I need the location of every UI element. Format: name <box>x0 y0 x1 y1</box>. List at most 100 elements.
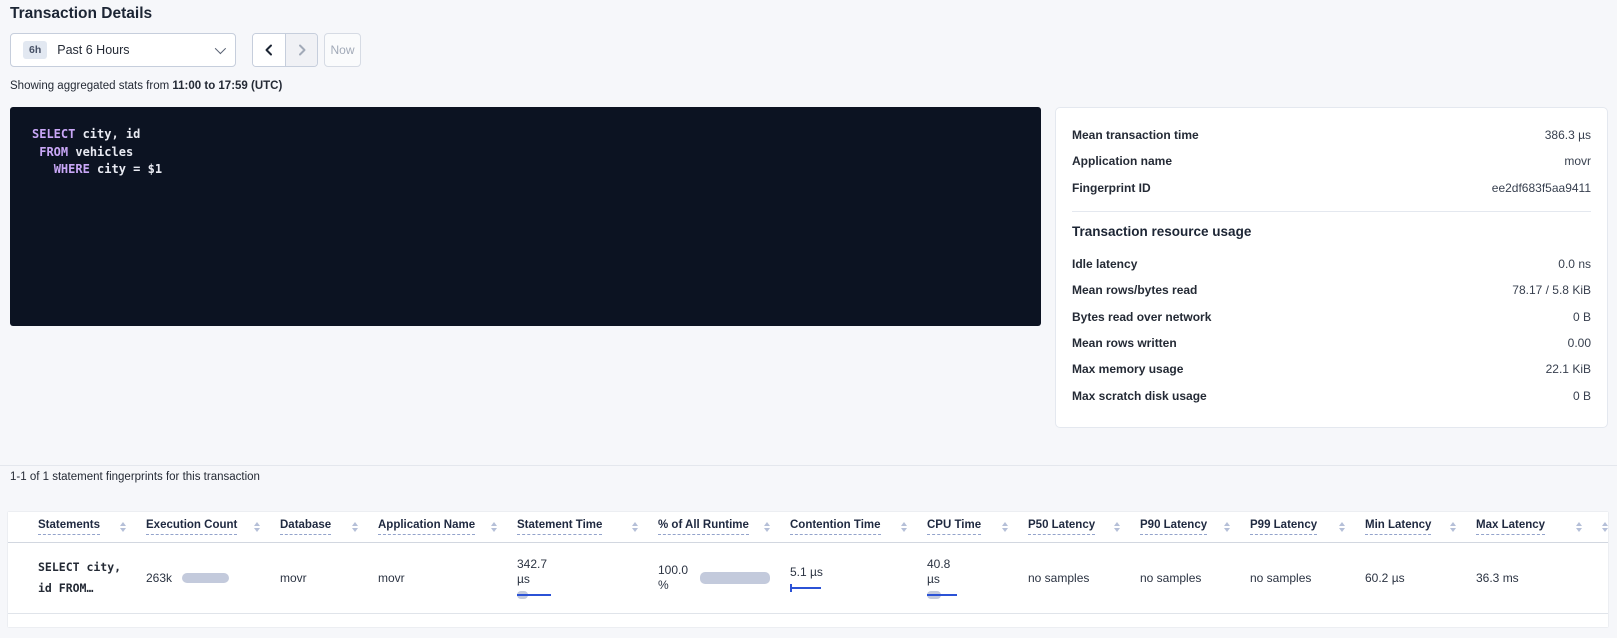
summary-label: Idle latency <box>1072 257 1137 271</box>
column-header-database[interactable]: Database <box>274 519 372 535</box>
column-header-p90-latency[interactable]: P90 Latency <box>1134 519 1244 535</box>
chevron-down-icon <box>215 43 226 54</box>
page-title: Transaction Details <box>10 5 152 23</box>
statement-time-value: 342.7 <box>517 557 547 572</box>
summary-label: Max memory usage <box>1072 362 1183 376</box>
max-latency-cell: 36.3 ms <box>1470 571 1596 585</box>
application-name-cell: movr <box>372 571 511 585</box>
summary-value: ee2df683f5aa9411 <box>1492 181 1591 195</box>
database-cell: movr <box>274 571 372 585</box>
pct-runtime-bar <box>700 572 770 584</box>
contention-time-cell: 5.1 µs <box>784 565 921 592</box>
max-latency-value: 36.3 ms <box>1476 571 1519 585</box>
time-toolbar: 6h Past 6 Hours Now <box>10 33 361 67</box>
aggregation-caption-prefix: Showing aggregated stats from <box>10 80 169 92</box>
summary-row-mean-transaction-time: Mean transaction time 386.3 µs <box>1072 122 1591 148</box>
column-header-statement-time[interactable]: Statement Time <box>511 519 652 535</box>
resource-row-max-memory-usage: Max memory usage 22.1 KiB <box>1072 356 1591 382</box>
execution-count-value: 263k <box>146 571 172 585</box>
statement-row: SELECT city,id FROM… 263k movr movr 342.… <box>8 543 1608 614</box>
p90-latency-cell: no samples <box>1134 571 1244 585</box>
column-header-p99-latency[interactable]: P99 Latency <box>1244 519 1359 535</box>
execution-count-bar <box>182 573 229 583</box>
sort-arrows-icon[interactable] <box>1224 522 1230 532</box>
sql-text: city, id <box>75 127 140 141</box>
statement-cell[interactable]: SELECT city,id FROM… <box>8 557 140 599</box>
resource-row-bytes-read-over-network: Bytes read over network 0 B <box>1072 303 1591 329</box>
summary-value: 78.17 / 5.8 KiB <box>1512 283 1591 297</box>
section-divider <box>0 465 1617 466</box>
prev-time-button[interactable] <box>253 34 285 66</box>
p99-latency-value: no samples <box>1250 571 1311 585</box>
column-header-application-name[interactable]: Application Name <box>372 519 511 535</box>
summary-label: Mean rows/bytes read <box>1072 283 1197 297</box>
time-range-label: Past 6 Hours <box>57 43 129 57</box>
column-header-pct-of-all-runtime[interactable]: % of All Runtime <box>652 519 784 535</box>
resource-row-idle-latency: Idle latency 0.0 ns <box>1072 251 1591 277</box>
sort-arrows-icon[interactable] <box>491 522 497 532</box>
summary-label: Mean rows written <box>1072 336 1177 350</box>
cpu-time-unit: µs <box>927 572 940 587</box>
sort-arrows-icon <box>1602 522 1608 532</box>
summary-row-application-name: Application name movr <box>1072 148 1591 174</box>
chevron-right-icon <box>297 44 307 56</box>
sort-arrows-icon[interactable] <box>1450 522 1456 532</box>
sql-line: SELECT city, id <box>32 126 1019 144</box>
min-latency-value: 60.2 µs <box>1365 571 1405 585</box>
sql-text: vehicles <box>68 145 133 159</box>
aggregation-caption-range: 11:00 to 17:59 (UTC) <box>172 80 282 92</box>
time-range-badge: 6h <box>23 41 47 59</box>
summary-value: 0 B <box>1573 310 1591 324</box>
sort-arrows-icon[interactable] <box>764 522 770 532</box>
statement-fingerprint-link[interactable]: SELECT city,id FROM… <box>38 557 121 599</box>
sort-arrows-icon[interactable] <box>1114 522 1120 532</box>
p99-latency-cell: no samples <box>1244 571 1359 585</box>
sort-arrows-icon[interactable] <box>901 522 907 532</box>
time-range-dropdown[interactable]: 6h Past 6 Hours <box>10 33 236 67</box>
contention-time-bar <box>790 584 824 592</box>
pct-runtime-cell: 100.0 % <box>652 563 784 593</box>
sort-arrows-icon[interactable] <box>120 522 126 532</box>
statement-time-cell: 342.7 µs <box>511 557 652 599</box>
chevron-left-icon <box>264 44 274 56</box>
column-header-p50-latency[interactable]: P50 Latency <box>1022 519 1134 535</box>
column-header-overflow <box>1596 522 1608 532</box>
transaction-sql-box: SELECT city, id FROM vehicles WHERE city… <box>10 107 1041 326</box>
next-time-button[interactable] <box>285 34 317 66</box>
summary-label: Fingerprint ID <box>1072 181 1151 195</box>
cpu-time-bar <box>927 591 961 599</box>
now-button[interactable]: Now <box>324 33 361 67</box>
column-header-max-latency[interactable]: Max Latency <box>1470 519 1596 535</box>
contention-time-value: 5.1 µs <box>790 565 823 580</box>
summary-label: Mean transaction time <box>1072 128 1199 142</box>
sort-arrows-icon[interactable] <box>1339 522 1345 532</box>
sort-arrows-icon[interactable] <box>632 522 638 532</box>
transaction-details-page: Transaction Details 6h Past 6 Hours Now … <box>0 0 1617 638</box>
resource-row-mean-rows-bytes-read: Mean rows/bytes read 78.17 / 5.8 KiB <box>1072 277 1591 303</box>
pct-runtime-unit: % <box>658 578 669 593</box>
sort-arrows-icon[interactable] <box>1576 522 1582 532</box>
summary-value: movr <box>1564 154 1591 168</box>
p50-latency-value: no samples <box>1028 571 1089 585</box>
p50-latency-cell: no samples <box>1022 571 1134 585</box>
pct-runtime-value: 100.0 <box>658 563 688 578</box>
column-header-cpu-time[interactable]: CPU Time <box>921 519 1022 535</box>
execution-count-cell: 263k <box>140 571 274 585</box>
sql-keyword: SELECT <box>32 127 75 141</box>
sql-keyword: FROM <box>39 145 68 159</box>
panel-divider <box>1072 211 1591 212</box>
sort-arrows-icon[interactable] <box>352 522 358 532</box>
sort-arrows-icon[interactable] <box>254 522 260 532</box>
column-header-contention-time[interactable]: Contention Time <box>784 519 921 535</box>
sql-line: FROM vehicles <box>32 144 1019 162</box>
summary-label: Bytes read over network <box>1072 310 1211 324</box>
sql-text: city = $1 <box>90 162 162 176</box>
summary-label: Max scratch disk usage <box>1072 389 1207 403</box>
resource-usage-title: Transaction resource usage <box>1072 224 1591 239</box>
column-header-min-latency[interactable]: Min Latency <box>1359 519 1470 535</box>
statements-table-header: Statements Execution Count Database Appl… <box>8 512 1608 543</box>
cpu-time-cell: 40.8 µs <box>921 557 1022 599</box>
column-header-statements[interactable]: Statements <box>8 519 140 535</box>
sort-arrows-icon[interactable] <box>1002 522 1008 532</box>
column-header-execution-count[interactable]: Execution Count <box>140 519 274 535</box>
